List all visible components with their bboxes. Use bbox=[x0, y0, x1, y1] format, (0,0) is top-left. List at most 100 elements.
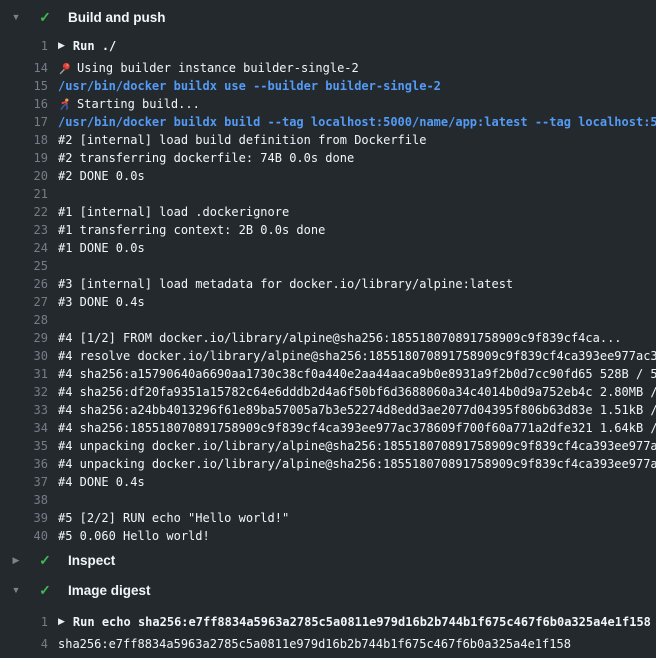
log-line-content: #4 sha256:a24bb4013296f61e89ba57005a7b3e… bbox=[58, 401, 656, 419]
log-text: #2 DONE 0.0s bbox=[58, 167, 145, 185]
line-number[interactable]: 33 bbox=[0, 401, 48, 419]
log-line: 34 #4 sha256:185518070891758909c9f839cf4c… bbox=[0, 419, 656, 437]
log-line: 17/usr/bin/docker buildx build --tag loc… bbox=[0, 113, 656, 131]
log-line: 19#2 transferring dockerfile: 74B 0.0s d… bbox=[0, 149, 656, 167]
section-lines-image-digest: 1 ▶ Run echo sha256:e7ff8834a5963a2785c5a0… bbox=[0, 605, 656, 653]
section-title: Inspect bbox=[68, 553, 115, 568]
log-text: #1 DONE 0.0s bbox=[58, 239, 145, 257]
chevron-down-icon: ▼ bbox=[9, 13, 23, 22]
line-number[interactable]: 24 bbox=[0, 239, 48, 257]
line-number[interactable]: 28 bbox=[0, 311, 48, 329]
line-number[interactable]: 26 bbox=[0, 275, 48, 293]
line-number[interactable]: 36 bbox=[0, 455, 48, 473]
line-number[interactable]: 4 bbox=[0, 635, 48, 653]
pushpin-icon bbox=[58, 62, 71, 75]
workflow-log: ▼✓Build and push1▶Run ./14Using builder … bbox=[0, 0, 656, 658]
log-line: 28 bbox=[0, 311, 656, 329]
line-number[interactable]: 29 bbox=[0, 329, 48, 347]
log-section-image-digest: ▼✓Image digest1▶Run echo sha256:e7ff8834… bbox=[0, 575, 656, 653]
log-line-content: Starting build... bbox=[58, 95, 656, 113]
section-header-image-digest[interactable]: ▼✓Image digest bbox=[0, 575, 656, 605]
line-number[interactable]: 17 bbox=[0, 113, 48, 131]
line-number[interactable]: 27 bbox=[0, 293, 48, 311]
line-number[interactable]: 15 bbox=[0, 77, 48, 95]
log-line-content: #1 [internal] load .dockerignore bbox=[58, 203, 656, 221]
log-line: 24 #1 DONE 0.0s bbox=[0, 239, 656, 257]
log-section-inspect: ▶✓Inspect bbox=[0, 545, 656, 575]
log-text: /usr/bin/docker buildx use --builder bui… bbox=[58, 77, 441, 95]
log-line: 4 sha256:e7ff8834a5963a2785c5a0811e979d16… bbox=[0, 635, 656, 653]
section-title: Image digest bbox=[68, 583, 151, 598]
section-lines-build-and-push: 1 ▶ Run ./ 14 Using builder instance builder… bbox=[0, 34, 656, 545]
line-number[interactable]: 32 bbox=[0, 383, 48, 401]
line-number[interactable]: 22 bbox=[0, 203, 48, 221]
log-line-content: #2 [internal] load build definition from… bbox=[58, 131, 656, 149]
expand-group-icon[interactable]: ▶ bbox=[58, 42, 65, 51]
log-line: 15/usr/bin/docker buildx use --builder b… bbox=[0, 77, 656, 95]
line-number[interactable]: 38 bbox=[0, 491, 48, 509]
log-line-content: #4 sha256:185518070891758909c9f839cf4ca3… bbox=[58, 419, 656, 437]
log-text: #4 sha256:a15790640a6690aa1730c38cf0a440… bbox=[58, 365, 656, 383]
log-line: 26 #3 [internal] load metadata for docker… bbox=[0, 275, 656, 293]
log-line-content: Using builder instance builder-single-2 bbox=[58, 59, 656, 77]
log-line: 29 #4 [1/2] FROM docker.io/library/alpine… bbox=[0, 329, 656, 347]
line-number[interactable]: 25 bbox=[0, 257, 48, 275]
log-line: 21 bbox=[0, 185, 656, 203]
log-text: #1 [internal] load .dockerignore bbox=[58, 203, 289, 221]
check-icon: ✓ bbox=[37, 10, 53, 24]
log-line-content: #4 unpacking docker.io/library/alpine@sh… bbox=[58, 455, 656, 473]
log-line-content: #4 resolve docker.io/library/alpine@sha2… bbox=[58, 347, 656, 365]
log-text: sha256:e7ff8834a5963a2785c5a0811e979d16b… bbox=[58, 635, 571, 653]
log-text: #4 resolve docker.io/library/alpine@sha2… bbox=[58, 347, 656, 365]
line-number[interactable]: 20 bbox=[0, 167, 48, 185]
expand-group-icon[interactable]: ▶ bbox=[58, 618, 65, 627]
section-header-inspect[interactable]: ▶✓Inspect bbox=[0, 545, 656, 575]
line-number[interactable]: 40 bbox=[0, 527, 48, 545]
log-line: 39 #5 [2/2] RUN echo "Hello world!" bbox=[0, 509, 656, 527]
line-number[interactable]: 35 bbox=[0, 437, 48, 455]
log-text: #3 [internal] load metadata for docker.i… bbox=[58, 275, 513, 293]
log-line-content: #1 transferring context: 2B 0.0s done bbox=[58, 221, 656, 239]
log-line-content: #3 DONE 0.4s bbox=[58, 293, 656, 311]
log-line-content: #4 sha256:df20fa9351a15782c64e6dddb2d4a6… bbox=[58, 383, 656, 401]
line-number[interactable]: 34 bbox=[0, 419, 48, 437]
log-line-content: ▶ Run echo sha256:e7ff8834a5963a2785c5a08… bbox=[58, 613, 656, 631]
runner-icon bbox=[58, 98, 71, 111]
line-number[interactable]: 31 bbox=[0, 365, 48, 383]
line-number[interactable]: 1 bbox=[0, 613, 48, 631]
line-number[interactable]: 14 bbox=[0, 59, 48, 77]
log-line: 25 bbox=[0, 257, 656, 275]
log-line: 32 #4 sha256:df20fa9351a15782c64e6dddb2d4… bbox=[0, 383, 656, 401]
log-line: 22 #1 [internal] load .dockerignore bbox=[0, 203, 656, 221]
log-line: 37 #4 DONE 0.4s bbox=[0, 473, 656, 491]
line-number[interactable]: 1 bbox=[0, 37, 48, 55]
line-number[interactable]: 18 bbox=[0, 131, 48, 149]
log-line: 27 #3 DONE 0.4s bbox=[0, 293, 656, 311]
log-text: #4 unpacking docker.io/library/alpine@sh… bbox=[58, 455, 656, 473]
line-number[interactable]: 21 bbox=[0, 185, 48, 203]
log-text: #1 transferring context: 2B 0.0s done bbox=[58, 221, 325, 239]
log-line-content: #4 unpacking docker.io/library/alpine@sh… bbox=[58, 437, 656, 455]
log-text: /usr/bin/docker buildx build --tag local… bbox=[58, 113, 656, 131]
log-line: 40#5 0.060 Hello world! bbox=[0, 527, 656, 545]
line-number[interactable]: 30 bbox=[0, 347, 48, 365]
line-number[interactable]: 16 bbox=[0, 95, 48, 113]
log-line: 35 #4 unpacking docker.io/library/alpine@… bbox=[0, 437, 656, 455]
log-line: 16 Starting build... bbox=[0, 95, 656, 113]
log-line: 30 #4 resolve docker.io/library/alpine@sh… bbox=[0, 347, 656, 365]
line-number[interactable]: 23 bbox=[0, 221, 48, 239]
log-line-content: #4 DONE 0.4s bbox=[58, 473, 656, 491]
log-text: Run echo sha256:e7ff8834a5963a2785c5a081… bbox=[73, 613, 651, 631]
chevron-right-icon: ▶ bbox=[9, 556, 23, 565]
log-text: #4 [1/2] FROM docker.io/library/alpine@s… bbox=[58, 329, 622, 347]
log-line: 36 #4 unpacking docker.io/library/alpine@… bbox=[0, 455, 656, 473]
line-number[interactable]: 39 bbox=[0, 509, 48, 527]
log-text: Run ./ bbox=[73, 37, 116, 55]
log-line-content: #5 [2/2] RUN echo "Hello world!" bbox=[58, 509, 656, 527]
log-text: Using builder instance builder-single-2 bbox=[77, 59, 359, 77]
line-number[interactable]: 37 bbox=[0, 473, 48, 491]
line-number[interactable]: 19 bbox=[0, 149, 48, 167]
log-text: Starting build... bbox=[77, 95, 200, 113]
section-header-build-and-push[interactable]: ▼✓Build and push bbox=[0, 0, 656, 34]
check-icon: ✓ bbox=[37, 583, 53, 597]
